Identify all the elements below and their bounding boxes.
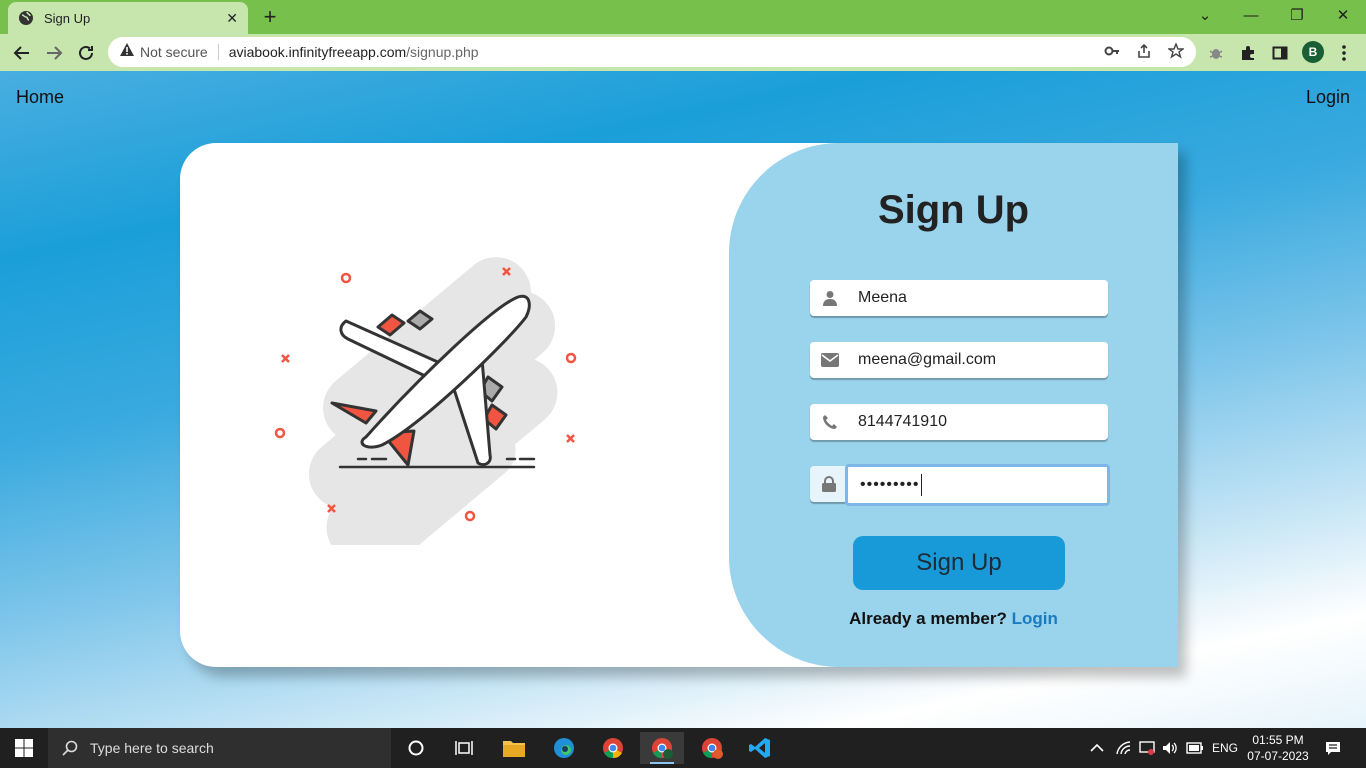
envelope-icon	[810, 353, 850, 367]
extensions-puzzle-icon[interactable]	[1238, 43, 1258, 63]
minimize-button[interactable]: —	[1236, 4, 1266, 28]
back-button[interactable]	[9, 40, 35, 66]
show-hidden-icons-icon[interactable]	[1090, 728, 1104, 768]
email-field[interactable]	[810, 342, 1108, 378]
profile-avatar[interactable]: B	[1302, 41, 1324, 63]
form-title: Sign Up	[877, 188, 1030, 232]
restore-button[interactable]: ❐	[1282, 4, 1312, 28]
chrome-profile-m-icon[interactable]	[690, 732, 734, 764]
windows-logo-icon	[15, 739, 33, 757]
wifi-icon[interactable]	[1116, 728, 1132, 768]
security-label[interactable]: Not secure	[140, 44, 208, 60]
cortana-icon[interactable]	[394, 732, 438, 764]
windows-taskbar: Type here to search ENG 01:55 PM 07-07-2…	[0, 728, 1366, 768]
close-window-button[interactable]: ✕	[1328, 4, 1358, 28]
password-input[interactable]: •••••••••	[845, 464, 1110, 506]
new-tab-button[interactable]: +	[258, 4, 282, 30]
browser-toolbar: Not secure aviabook.infinityfreeapp.com/…	[0, 34, 1366, 71]
already-member-text: Already a member? Login	[729, 609, 1178, 629]
nav-login-link[interactable]: Login	[1306, 87, 1350, 108]
url-text[interactable]: aviabook.infinityfreeapp.com/signup.php	[229, 44, 479, 60]
text-caret	[921, 474, 923, 496]
windows-start-button[interactable]	[0, 728, 48, 768]
meet-now-icon[interactable]	[1139, 728, 1155, 768]
key-icon[interactable]	[1104, 43, 1120, 64]
warning-icon[interactable]	[120, 43, 134, 61]
phone-field[interactable]	[810, 404, 1108, 440]
browser-tab-bar: Sign Up ✕ + ⌄ — ❐ ✕	[0, 0, 1366, 34]
menu-kebab-icon[interactable]	[1334, 43, 1354, 63]
search-icon	[62, 740, 78, 756]
task-view-icon[interactable]	[442, 732, 486, 764]
close-tab-icon[interactable]: ✕	[226, 10, 238, 27]
signup-card: Sign Up Meena meena@gmail.com 8144741910…	[180, 143, 1178, 667]
nav-home-link[interactable]: Home	[16, 87, 64, 108]
share-icon[interactable]	[1136, 43, 1152, 64]
volume-icon[interactable]	[1162, 728, 1178, 768]
name-input[interactable]	[858, 289, 1098, 307]
edge-browser-icon[interactable]	[542, 732, 586, 764]
globe-icon	[18, 10, 34, 26]
forward-button[interactable]	[41, 40, 67, 66]
notifications-icon[interactable]	[1325, 728, 1341, 768]
signup-submit-button[interactable]: Sign Up	[853, 536, 1065, 590]
chrome-profile-b-icon[interactable]	[640, 732, 684, 764]
url-host: aviabook.infinityfreeapp.com	[228, 44, 407, 60]
vscode-icon[interactable]	[738, 732, 782, 764]
password-field[interactable]: •••••••••	[810, 464, 1110, 506]
battery-icon[interactable]	[1186, 728, 1204, 768]
user-icon	[810, 290, 850, 306]
signup-form-panel: Sign Up Meena meena@gmail.com 8144741910…	[729, 143, 1178, 667]
side-panel-icon[interactable]	[1270, 43, 1290, 63]
airplane-illustration	[274, 257, 577, 545]
phone-icon	[810, 414, 850, 430]
omnibox-actions	[1104, 42, 1186, 64]
member-prompt: Already a member?	[849, 609, 1007, 628]
address-bar[interactable]: Not secure aviabook.infinityfreeapp.com/…	[108, 37, 1196, 67]
lock-icon	[810, 476, 848, 492]
clock-time: 01:55 PM	[1252, 733, 1304, 747]
language-indicator[interactable]: ENG	[1212, 728, 1238, 768]
url-path: /signup.php	[406, 44, 479, 60]
search-placeholder: Type here to search	[90, 740, 214, 756]
clock-date: 07-07-2023	[1247, 749, 1309, 763]
page-background: Home Login Sign Up Meena meena@gmail.com…	[0, 71, 1366, 728]
reload-button[interactable]	[73, 40, 99, 66]
password-mask: •••••••••	[860, 476, 920, 493]
tab-title: Sign Up	[44, 10, 91, 26]
extension-bug-icon[interactable]	[1206, 43, 1226, 63]
name-field[interactable]	[810, 280, 1108, 316]
chrome-icon[interactable]	[591, 732, 635, 764]
phone-input[interactable]	[858, 413, 1098, 431]
login-link[interactable]: Login	[1012, 609, 1058, 628]
email-input[interactable]	[858, 351, 1098, 369]
system-clock[interactable]: 01:55 PM 07-07-2023	[1240, 732, 1316, 764]
browser-tab[interactable]: Sign Up ✕	[8, 2, 248, 34]
bookmark-star-icon[interactable]	[1166, 42, 1186, 64]
taskbar-search-box[interactable]: Type here to search	[48, 728, 391, 768]
file-explorer-icon[interactable]	[492, 732, 536, 764]
omnibox-divider	[217, 44, 219, 60]
tab-search-icon[interactable]: ⌄	[1190, 4, 1220, 28]
